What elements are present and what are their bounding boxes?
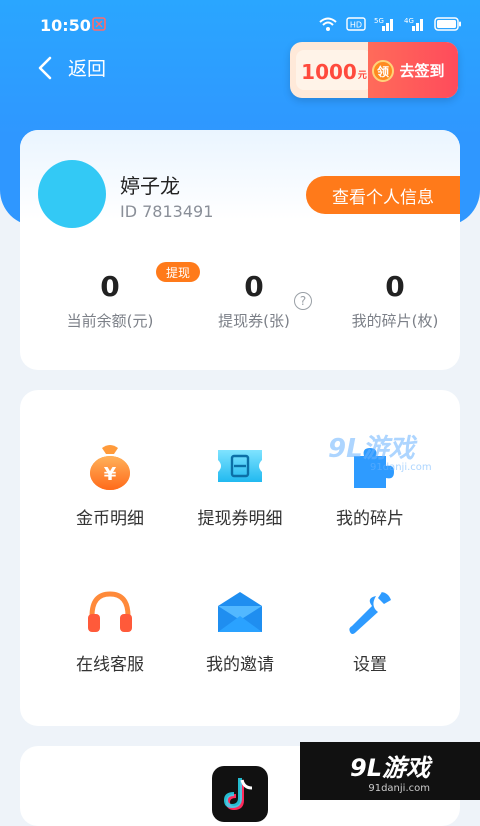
back-button[interactable]: 返回 [38, 54, 106, 81]
signin-amount: 1000 元 [296, 50, 372, 90]
svg-text:4G: 4G [404, 17, 414, 25]
wifi-icon [319, 17, 337, 31]
stat-label: 当前余额(元) [66, 312, 154, 330]
notification-icon [92, 17, 106, 31]
back-label: 返回 [68, 58, 107, 80]
menu-item-coin-details[interactable]: ¥ 金币明细 [37, 440, 183, 529]
hd-icon: HD [346, 17, 366, 31]
stat-label: 我的碎片(枚) [351, 312, 439, 330]
menu-item-my-invitations[interactable]: 我的邀请 [167, 586, 313, 675]
signal-4g-icon: 4G [404, 17, 423, 31]
signin-button[interactable]: 1000 元 去签到 领 [290, 42, 458, 98]
menu-item-voucher-details[interactable]: 提现券明细 [167, 440, 313, 529]
music-note-icon [223, 778, 253, 811]
status-time: 10:50 [40, 16, 91, 35]
user-id: ID 7813491 [120, 202, 214, 221]
stat-label: 提现券(张) [218, 312, 290, 330]
watermark-banner: 9L游戏 91danji.com [300, 742, 480, 800]
menu-label: 金币明细 [76, 509, 144, 529]
menu-label: 提现券明细 [197, 509, 283, 529]
svg-text:5G: 5G [374, 17, 384, 25]
menu-item-customer-service[interactable]: 在线客服 [37, 586, 183, 675]
profile-card: 婷子龙 ID 7813491 查看个人信息 0 当前余额(元) 提现 0 提现券… [20, 130, 460, 370]
headphones-icon [88, 591, 132, 632]
watermark-logo: 9L游戏 [328, 434, 415, 464]
menu-label: 我的邀请 [206, 655, 274, 675]
user-name: 婷子龙 [120, 174, 180, 198]
watermark-logo: 9L游戏 [350, 754, 430, 782]
signin-amount-unit: 元 [357, 71, 367, 81]
tiktok-icon[interactable] [212, 766, 268, 822]
stat-value: 0 [385, 270, 405, 303]
money-bag-icon: ¥ [90, 445, 130, 490]
menu-label: 我的碎片 [336, 509, 404, 529]
wrench-icon [349, 592, 391, 634]
watermark-url: 91danji.com [370, 462, 432, 473]
chevron-left-icon [38, 56, 52, 79]
menu-item-settings[interactable]: 设置 [297, 586, 443, 675]
help-icon[interactable]: ? [294, 292, 312, 310]
stat-fragments[interactable]: 0 我的碎片(枚) [322, 270, 460, 331]
avatar[interactable] [38, 160, 106, 228]
battery-icon [434, 17, 461, 31]
signal-5g-icon: 5G [374, 17, 393, 31]
menu-label: 设置 [353, 655, 387, 675]
nav-bar: 返回 1000 元 去签到 领 [0, 42, 480, 98]
envelope-icon [218, 592, 262, 632]
watermark-url: 91danji.com [368, 783, 430, 794]
svg-text:¥: ¥ [104, 464, 117, 485]
ticket-icon [218, 450, 262, 482]
menu-label: 在线客服 [76, 655, 144, 675]
svg-text:HD: HD [350, 21, 362, 30]
claim-badge: 领 [372, 60, 394, 82]
signin-amount-value: 1000 [301, 60, 357, 84]
view-profile-button[interactable]: 查看个人信息 [306, 176, 460, 214]
signin-label: 去签到 [399, 61, 445, 80]
